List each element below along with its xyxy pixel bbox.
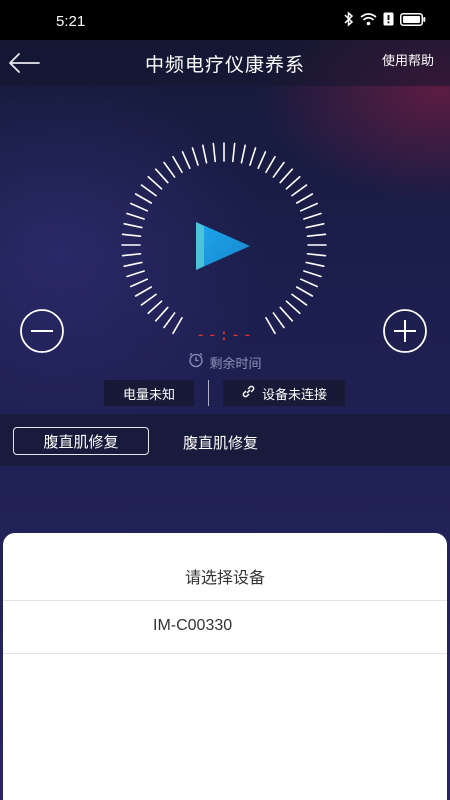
play-button[interactable]	[190, 218, 254, 274]
dial-tick	[303, 270, 322, 278]
dial-tick	[172, 155, 183, 174]
dial-tick	[291, 184, 308, 197]
dial-tick	[121, 252, 142, 257]
dial-tick	[299, 202, 318, 212]
app-header: 中频电疗仪康养系 使用帮助	[0, 40, 450, 86]
dial-tick	[123, 261, 143, 268]
dial-tick	[240, 144, 247, 164]
dial-tick	[212, 142, 217, 163]
dial-tick	[285, 175, 301, 190]
dial-tick	[140, 293, 157, 306]
dial-tick	[154, 306, 169, 322]
program-tab-selected[interactable]: 腹直肌修复	[13, 427, 149, 455]
battery-icon	[400, 12, 426, 26]
dial-tick	[147, 175, 163, 190]
dial-tick	[285, 300, 301, 315]
dial-tick	[306, 252, 327, 257]
remaining-time-label: 剩余时间	[209, 356, 262, 372]
sheet-title: 请选择设备	[184, 568, 265, 587]
device-connection-label: 设备未连接	[261, 387, 327, 403]
status-bar: 5:21	[0, 0, 450, 40]
app-screen: 5:21 中频电疗仪康养系 使用帮助 --:-- 剩余时间 电量未知 设备未连接…	[0, 0, 450, 800]
sheet-divider	[3, 653, 447, 654]
dial-tick	[306, 233, 327, 238]
device-list-item[interactable]: IM-C00330	[3, 601, 447, 653]
dial-tick	[134, 193, 153, 204]
link-icon	[241, 384, 256, 403]
status-icons	[344, 11, 426, 27]
dial-tick	[305, 222, 325, 229]
dial-tick	[295, 286, 314, 297]
dial-tick	[295, 193, 314, 204]
bluetooth-icon	[344, 11, 354, 27]
status-time: 5:21	[56, 13, 86, 30]
dial-tick	[191, 147, 199, 166]
clock-icon	[188, 352, 204, 372]
dial-tick	[201, 144, 208, 164]
dial-tick	[130, 278, 149, 288]
alert-icon	[383, 12, 394, 26]
dial-tick	[272, 161, 285, 178]
dial-tick	[249, 147, 257, 166]
program-tab[interactable]: 腹直肌修复	[183, 432, 258, 453]
timer-readout: --:--	[195, 325, 255, 344]
dial-tick	[291, 293, 308, 306]
dial-tick	[130, 202, 149, 212]
device-select-sheet: 请选择设备 IM-C00330	[3, 533, 447, 800]
wifi-icon	[360, 12, 377, 26]
program-tabs: 腹直肌修复 腹直肌修复	[0, 414, 450, 466]
chip-divider	[208, 380, 209, 406]
dial-tick	[305, 261, 325, 268]
dial-tick	[257, 151, 267, 170]
dial-tick	[140, 184, 157, 197]
dial-tick	[126, 212, 145, 220]
dial-tick	[163, 161, 176, 178]
battery-status: 电量未知	[104, 380, 194, 406]
help-link[interactable]: 使用帮助	[382, 50, 434, 69]
dial-tick	[154, 168, 169, 184]
program-tab-label: 腹直肌修复	[43, 432, 119, 451]
dial-tick	[231, 142, 236, 163]
dial-tick	[279, 168, 294, 184]
dial-tick	[126, 270, 145, 278]
battery-status-label: 电量未知	[122, 387, 175, 403]
dial-tick	[279, 306, 294, 322]
remaining-time: 剩余时间	[0, 352, 450, 372]
dial-tick	[121, 233, 142, 238]
dial-tick	[134, 286, 153, 297]
play-icon	[190, 222, 254, 278]
dial-tick	[303, 212, 322, 220]
dial-tick	[147, 300, 163, 315]
dial-tick	[299, 278, 318, 288]
dial-tick	[265, 155, 276, 174]
dial-tick	[181, 151, 191, 170]
device-name: IM-C00330	[153, 617, 233, 634]
device-connection-status[interactable]: 设备未连接	[223, 380, 345, 406]
dial-tick	[123, 222, 143, 229]
